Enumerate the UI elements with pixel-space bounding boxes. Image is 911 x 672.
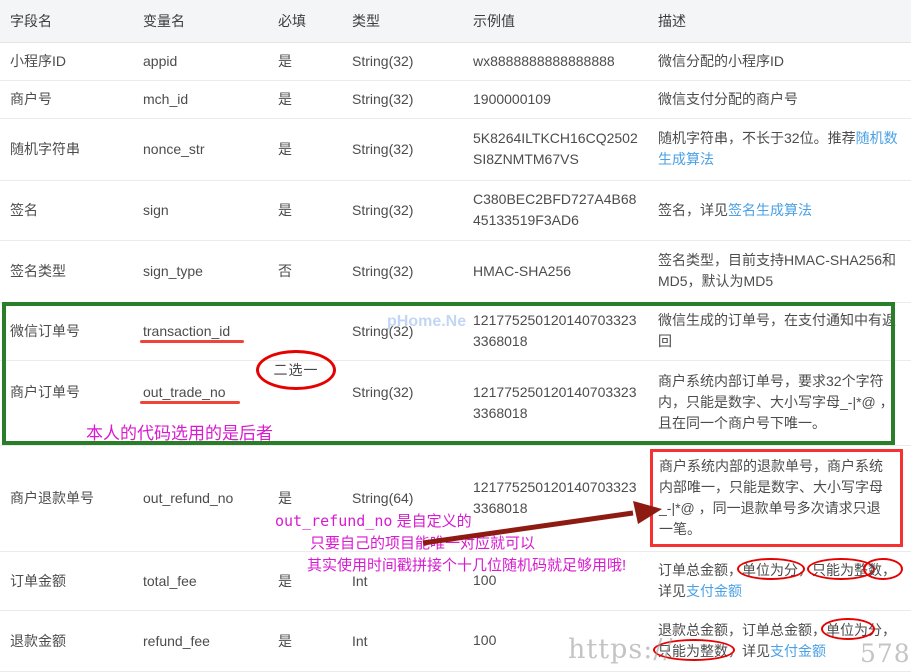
link-pay-amount[interactable]: 支付金额 xyxy=(686,583,742,599)
api-params-table: 字段名 变量名 必填 类型 示例值 描述 小程序ID appid 是 Strin… xyxy=(0,0,911,672)
table-row-out-refund-no: 商户退款单号 out_refund_no 是 String(64) 121775… xyxy=(0,445,911,551)
table-row-appid: 小程序ID appid 是 String(32) wx8888888888888… xyxy=(0,42,911,80)
table-header: 字段名 变量名 必填 类型 示例值 描述 xyxy=(0,0,911,42)
cell-required: 否 xyxy=(268,240,342,302)
cell-variable: nonce_str xyxy=(133,118,268,180)
cell-required: 是 xyxy=(268,551,342,610)
cell-variable: transaction_id xyxy=(133,302,268,360)
cell-field: 签名 xyxy=(0,180,133,240)
cell-example: wx8888888888888888 xyxy=(463,42,648,80)
cell-desc: 商户系统内部的退款单号，商户系统内部唯一，只能是数字、大小写字母_-|*@ ，同… xyxy=(648,445,911,551)
cell-example: 1217752501201407033233368018 xyxy=(463,445,648,551)
desc-text: ， xyxy=(798,562,812,578)
cell-desc: 签名类型，目前支持HMAC-SHA256和MD5，默认为MD5 xyxy=(648,240,911,302)
cell-example: 100 xyxy=(463,610,648,671)
cell-type: String(32) xyxy=(342,240,463,302)
red-highlight-box: 商户系统内部的退款单号，商户系统内部唯一，只能是数字、大小写字母_-|*@ ，同… xyxy=(650,449,903,547)
desc-text: ，详见 xyxy=(728,643,770,659)
desc-text: 退款总金额，订单总金额， xyxy=(658,622,826,638)
desc-text: 签名，详见 xyxy=(658,202,728,218)
cell-example: 1217752501201407033233368018 xyxy=(463,360,648,445)
cell-type: Int xyxy=(342,551,463,610)
table-row-transaction-id: 微信订单号 transaction_id String(32) 12177525… xyxy=(0,302,911,360)
cell-variable: total_fee xyxy=(133,551,268,610)
cell-desc: 微信生成的订单号，在支付通知中有返回 xyxy=(648,302,911,360)
cell-desc: 微信分配的小程序ID xyxy=(648,42,911,80)
cell-variable: out_refund_no xyxy=(133,445,268,551)
cell-variable: sign_type xyxy=(133,240,268,302)
desc-text: 分， xyxy=(868,622,896,638)
circled-integer: 只能为整数 xyxy=(658,643,728,659)
cell-field: 商户退款单号 xyxy=(0,445,133,551)
circled-unit-fen: 单位为分 xyxy=(742,562,798,578)
table-row-sign-type: 签名类型 sign_type 否 String(32) HMAC-SHA256 … xyxy=(0,240,911,302)
cell-field: 小程序ID xyxy=(0,42,133,80)
cell-required xyxy=(268,360,342,445)
cell-required: 是 xyxy=(268,42,342,80)
cell-required: 是 xyxy=(268,610,342,671)
cell-required: 是 xyxy=(268,80,342,118)
cell-field: 订单金额 xyxy=(0,551,133,610)
cell-required xyxy=(268,302,342,360)
desc-text: 详见 xyxy=(658,583,686,599)
header-type: 类型 xyxy=(342,0,463,42)
header-required: 必填 xyxy=(268,0,342,42)
cell-type: String(32) xyxy=(342,180,463,240)
cell-type: String(32) xyxy=(342,80,463,118)
cell-field: 随机字符串 xyxy=(0,118,133,180)
circled-unit-fen: 单位为 xyxy=(826,622,868,638)
cell-desc: 订单总金额，单位为分，只能为整数， 详见支付金额 xyxy=(648,551,911,610)
cell-field: 商户号 xyxy=(0,80,133,118)
cell-type: String(32) xyxy=(342,360,463,445)
cell-variable: out_trade_no xyxy=(133,360,268,445)
cell-type: String(32) xyxy=(342,118,463,180)
header-desc: 描述 xyxy=(648,0,911,42)
underlined-variable: transaction_id xyxy=(143,323,230,339)
circled-integer-2: 数， xyxy=(868,562,896,578)
cell-desc: 签名，详见签名生成算法 xyxy=(648,180,911,240)
cell-type: String(32) xyxy=(342,42,463,80)
cell-example: C380BEC2BFD727A4B6845133519F3AD6 xyxy=(463,180,648,240)
table-row-refund-fee: 退款金额 refund_fee 是 Int 100 退款总金额，订单总金额，单位… xyxy=(0,610,911,671)
cell-required: 是 xyxy=(268,180,342,240)
cell-variable: sign xyxy=(133,180,268,240)
header-variable: 变量名 xyxy=(133,0,268,42)
cell-field: 微信订单号 xyxy=(0,302,133,360)
cell-variable: appid xyxy=(133,42,268,80)
table-row-out-trade-no: 商户订单号 out_trade_no String(32) 1217752501… xyxy=(0,360,911,445)
cell-variable: mch_id xyxy=(133,80,268,118)
desc-text: 订单总金额， xyxy=(658,562,742,578)
header-example: 示例值 xyxy=(463,0,648,42)
cell-required: 是 xyxy=(268,118,342,180)
cell-type: String(64) xyxy=(342,445,463,551)
link-sign-algorithm[interactable]: 签名生成算法 xyxy=(728,202,812,218)
cell-field: 商户订单号 xyxy=(0,360,133,445)
cell-desc: 微信支付分配的商户号 xyxy=(648,80,911,118)
desc-text: 商户系统内部的退款单号，商户系统内部唯一，只能是数字、大小写字母_-|*@ ，同… xyxy=(659,458,883,537)
circled-integer-1: 只能为整 xyxy=(812,562,868,578)
cell-example: HMAC-SHA256 xyxy=(463,240,648,302)
table-row-mch-id: 商户号 mch_id 是 String(32) 1900000109 微信支付分… xyxy=(0,80,911,118)
cell-desc: 退款总金额，订单总金额，单位为分， 只能为整数，详见支付金额 xyxy=(648,610,911,671)
header-field: 字段名 xyxy=(0,0,133,42)
cell-example: 1900000109 xyxy=(463,80,648,118)
table-row-total-fee: 订单金额 total_fee 是 Int 100 订单总金额，单位为分，只能为整… xyxy=(0,551,911,610)
cell-field: 退款金额 xyxy=(0,610,133,671)
desc-text: 随机字符串，不长于32位。推荐 xyxy=(658,130,856,146)
cell-desc: 随机字符串，不长于32位。推荐随机数生成算法 xyxy=(648,118,911,180)
cell-example: 100 xyxy=(463,551,648,610)
cell-variable: refund_fee xyxy=(133,610,268,671)
cell-required: 是 xyxy=(268,445,342,551)
table-row-sign: 签名 sign 是 String(32) C380BEC2BFD727A4B68… xyxy=(0,180,911,240)
cell-example: 1217752501201407033233368018 xyxy=(463,302,648,360)
cell-example: 5K8264ILTKCH16CQ2502SI8ZNMTM67VS xyxy=(463,118,648,180)
table-row-nonce-str: 随机字符串 nonce_str 是 String(32) 5K8264ILTKC… xyxy=(0,118,911,180)
cell-field: 签名类型 xyxy=(0,240,133,302)
cell-desc: 商户系统内部订单号，要求32个字符内，只能是数字、大小写字母_-|*@ ，且在同… xyxy=(648,360,911,445)
underlined-variable: out_trade_no xyxy=(143,384,226,400)
cell-type: Int xyxy=(342,610,463,671)
cell-type: String(32) xyxy=(342,302,463,360)
link-pay-amount[interactable]: 支付金额 xyxy=(770,643,826,659)
